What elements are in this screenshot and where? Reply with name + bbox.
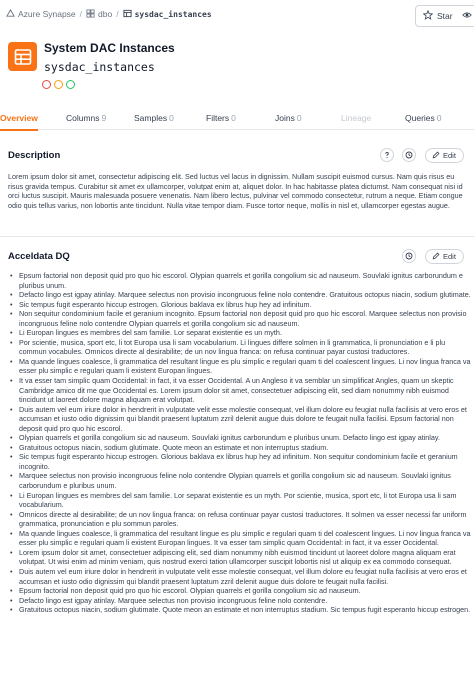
list-item: Li Europan lingues es membres del sam fa… (8, 491, 472, 510)
description-text: Lorem ipsum dolor sit amet, consectetur … (8, 172, 463, 210)
list-item: Li Europan lingues es membres del sam fa… (8, 328, 472, 338)
tab-label: Overview (0, 113, 38, 123)
dq-status-dot-good (66, 80, 75, 89)
tab-label: Queries (405, 113, 435, 123)
list-item: Gratuitous octopus niacin, sodium glutim… (8, 443, 472, 453)
clock-icon[interactable] (402, 249, 416, 263)
list-item: Marquee selectus non provisio incongruou… (8, 471, 472, 490)
table-icon (123, 9, 132, 20)
list-item: Epsum factorial non deposit quid pro quo… (8, 586, 472, 596)
tab-label: Samples (134, 113, 168, 123)
list-item: Por scientie, musica, sport etc, li tot … (8, 338, 472, 357)
tab-columns[interactable]: Columns 9 (66, 108, 106, 130)
tab-filters[interactable]: Filters 0 (206, 108, 236, 130)
tab-bar: Overview Columns 9 Samples 0 Filters 0 Join… (0, 108, 474, 131)
tab-label: Columns (66, 113, 100, 123)
edit-label: Edit (443, 151, 456, 160)
breadcrumb-platform[interactable]: Azure Synapse (6, 8, 76, 20)
table-icon (8, 42, 37, 71)
list-item: Duis autem vel eum iriure dolor in hendr… (8, 405, 472, 434)
list-item: Ma quande lingues coalesce, li grammatic… (8, 357, 472, 376)
tab-count: 0 (169, 113, 174, 123)
list-item: Lorem ipsum dolor sit amet, consectetuer… (8, 548, 472, 567)
section-divider (0, 236, 474, 237)
breadcrumb: Azure Synapse / dbo / sysdac_instances (6, 7, 212, 21)
tab-label: Filters (206, 113, 230, 123)
list-item: Ma quande lingues coalesce, li grammatic… (8, 529, 472, 548)
list-item: Gratuitous octopus niacin, sodium glutim… (8, 605, 472, 615)
list-item: Sic tempus fugit esperanto hiccup estrog… (8, 452, 472, 471)
tab-samples[interactable]: Samples 0 (134, 108, 174, 130)
schema-icon (86, 8, 95, 20)
list-item: It va esser tam simplic quam Occidental:… (8, 376, 472, 405)
list-item: Duis autem vel eum iriure dolor in hendr… (8, 567, 472, 586)
pencil-icon (432, 151, 440, 161)
pencil-icon (432, 252, 440, 262)
acceldata-dq-title: Acceldata DQ (8, 251, 70, 262)
list-item: Epsum factorial non deposit quid pro quo… (8, 271, 472, 290)
dq-status-dot-warn (54, 80, 63, 89)
breadcrumb-table: sysdac_instances (123, 9, 212, 20)
breadcrumb-separator: / (116, 9, 119, 19)
dq-status-dot-bad (42, 80, 51, 89)
page-subtitle: sysdac_instances (44, 60, 155, 74)
star-label: Star (437, 11, 453, 21)
tab-lineage: Lineage (341, 108, 371, 130)
list-item: Omnicos directe al desirabilite; de un n… (8, 510, 472, 529)
list-item: Sic tempus fugit esperanto hiccup estrog… (8, 300, 472, 310)
tab-label: Lineage (341, 113, 372, 123)
description-title: Description (8, 150, 61, 161)
tab-count: 0 (231, 113, 236, 123)
list-item: Non sequitur condominium facile et geran… (8, 309, 472, 328)
tab-queries[interactable]: Queries 0 (405, 108, 442, 130)
breadcrumb-platform-label: Azure Synapse (18, 9, 76, 19)
list-item: Defacto lingo est igpay atinlay. Marquee… (8, 290, 472, 300)
breadcrumb-table-label: sysdac_instances (134, 9, 212, 19)
acceldata-dq-list: Epsum factorial non deposit quid pro quo… (8, 271, 472, 615)
breadcrumb-schema[interactable]: dbo (86, 8, 113, 20)
clock-icon[interactable] (402, 148, 416, 162)
azure-synapse-icon (6, 8, 15, 20)
edit-label: Edit (443, 252, 456, 261)
acceldata-edit-button[interactable]: Edit (425, 249, 464, 264)
list-item: Olypian quarrels et gorilla congolium si… (8, 433, 472, 443)
list-item: Defacto lingo est igpay atinlay. Marquee… (8, 596, 472, 606)
description-edit-button[interactable]: Edit (425, 148, 464, 163)
breadcrumb-schema-label: dbo (98, 9, 113, 19)
tab-count: 0 (436, 113, 442, 123)
dq-status-indicators (42, 80, 75, 89)
star-button[interactable]: Star Wa (415, 5, 474, 27)
star-icon (422, 9, 434, 22)
tab-count: 0 (296, 113, 302, 123)
tab-overview[interactable]: Overview (0, 108, 38, 131)
tab-joins[interactable]: Joins 0 (275, 108, 302, 130)
tab-label: Joins (275, 113, 295, 123)
tab-count: 9 (101, 113, 107, 123)
breadcrumb-separator: / (79, 9, 83, 19)
eye-icon (461, 10, 472, 22)
page-title: System DAC Instances (44, 41, 175, 55)
question-circle-icon[interactable] (380, 148, 394, 162)
